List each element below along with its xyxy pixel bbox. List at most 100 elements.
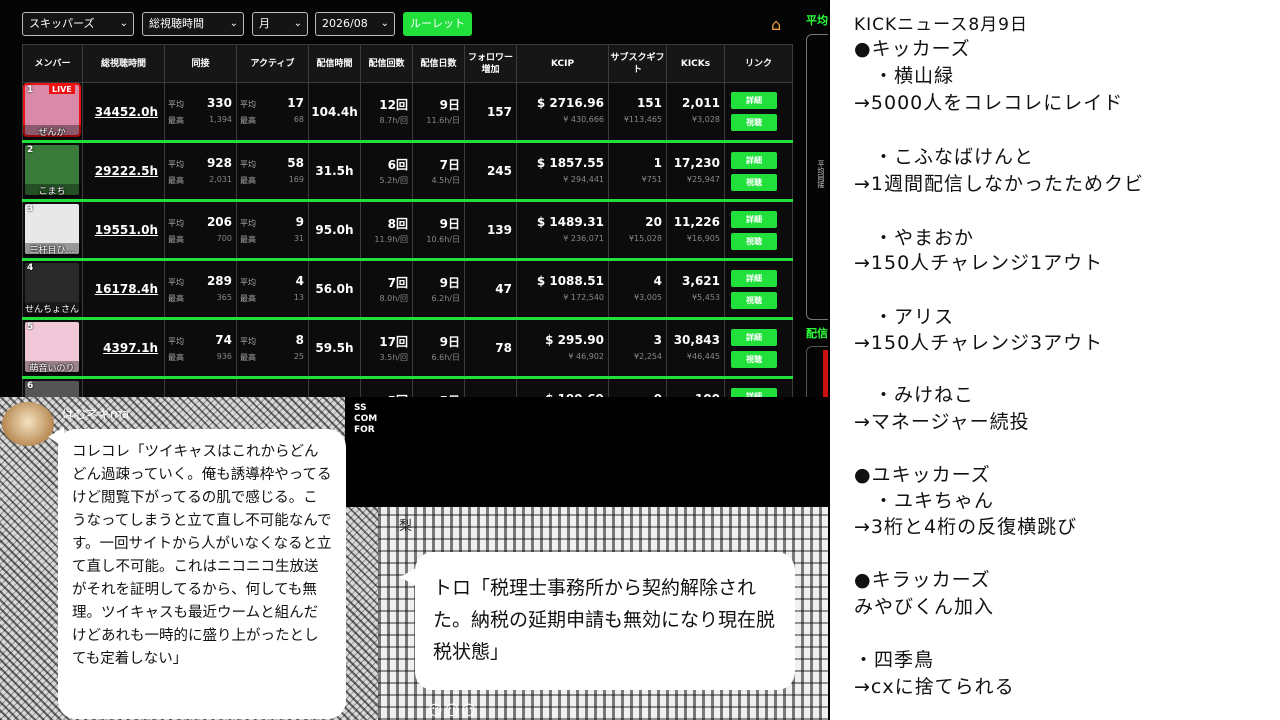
detail-button[interactable]: 詳細 — [731, 152, 777, 169]
member-name: こまち — [23, 184, 81, 197]
home-icon[interactable]: ⌂ — [771, 15, 781, 34]
kcip-yen: ¥ 294,441 — [563, 175, 604, 184]
stream-days-sub: 6.2h/日 — [431, 294, 461, 303]
chevron-down-icon: ⌄ — [229, 18, 238, 29]
max-label: 最高 — [240, 116, 256, 125]
kicks-count: 2,011 — [682, 96, 720, 110]
news-line: →150人チャレンジ3アウト — [854, 332, 1104, 354]
total-watch-time[interactable]: 16178.4h — [82, 259, 165, 320]
kicks-count: 30,843 — [673, 333, 720, 347]
news-line: →5000人をコレコレにレイド — [854, 92, 1124, 114]
metric-select[interactable]: 総視聴時間 ⌄ — [142, 12, 244, 36]
avg-label: 平均 — [240, 100, 256, 109]
news-line: ●ユキッカーズ — [854, 464, 991, 486]
stream-days-cell: 9日 11.6h/日 — [412, 82, 465, 143]
concurrent-max: 700 — [216, 234, 232, 243]
avg-label: 平均 — [168, 219, 184, 228]
max-label: 最高 — [168, 235, 184, 244]
stream-hours: 31.5h — [308, 141, 361, 202]
stream-hours: 56.0h — [308, 259, 361, 320]
stream-days: 9日 — [439, 217, 460, 231]
total-watch-time[interactable]: 29222.5h — [82, 141, 165, 202]
watch-button[interactable]: 視聴 — [731, 351, 777, 368]
member-cell[interactable]: 1 LIVE ぜんか — [22, 82, 83, 143]
kicks-yen: ¥25,947 — [686, 175, 720, 184]
date-select[interactable]: 2026/08 ⌄ — [315, 12, 395, 36]
detail-button[interactable]: 詳細 — [731, 92, 777, 109]
news-line: ●キッカーズ — [854, 38, 971, 60]
member-cell[interactable]: 3 三杆目ひ… — [22, 200, 83, 261]
stream-hours: 59.5h — [308, 318, 361, 379]
max-label: 最高 — [240, 176, 256, 185]
subs-count: 4 — [653, 274, 662, 288]
total-watch-time[interactable]: 19551.0h — [82, 200, 165, 261]
rank-number: 3 — [27, 204, 34, 214]
detail-button[interactable]: 詳細 — [731, 211, 777, 228]
kcip-cell: $ 295.90 ¥ 46,902 — [516, 318, 609, 379]
max-label: 最高 — [168, 116, 184, 125]
period-select[interactable]: 月 ⌄ — [252, 12, 308, 36]
subs-yen: ¥751 — [641, 175, 662, 184]
stream-count: 17回 — [379, 335, 408, 349]
commenter-name: はむネギma — [62, 407, 130, 421]
kicks-cell: 30,843 ¥46,445 — [666, 318, 725, 379]
concurrent-avg: 289 — [206, 274, 232, 288]
news-line: ・アリス — [854, 306, 955, 328]
detail-button[interactable]: 詳細 — [731, 270, 777, 287]
kcip-usd: $ 2716.96 — [536, 96, 604, 110]
rank-number: 5 — [27, 322, 34, 332]
news-line: →150人チャレンジ1アウト — [854, 252, 1104, 274]
side-panel-vertical-label: 平均同接 — [817, 160, 825, 188]
concurrent-max: 365 — [216, 293, 232, 302]
period-select-value: 月 — [259, 17, 270, 30]
column-header: フォロワー増加 — [464, 44, 517, 83]
total-watch-time[interactable]: 4397.1h — [82, 318, 165, 379]
watch-button[interactable]: 視聴 — [731, 174, 777, 191]
metric-select-value: 総視聴時間 — [149, 17, 204, 30]
watch-button[interactable]: 視聴 — [731, 114, 777, 131]
manga-panel-dark — [345, 397, 828, 507]
stream-days-sub: 6.6h/日 — [431, 353, 461, 362]
follower-increase: 245 — [464, 141, 517, 202]
member-cell[interactable]: 2 こまち — [22, 141, 83, 202]
avg-label: 平均 — [240, 278, 256, 287]
side-panel-label-2: 配信 — [806, 327, 828, 340]
watch-button[interactable]: 視聴 — [731, 233, 777, 250]
news-line: ・やまおか — [854, 227, 975, 249]
rank-number: 6 — [27, 381, 34, 391]
roulette-button[interactable]: ルーレット — [403, 12, 472, 36]
max-label: 最高 — [240, 294, 256, 303]
member-cell[interactable]: 4 せんちょさん — [22, 259, 83, 320]
column-header: メンバー — [22, 44, 83, 83]
member-cell[interactable]: 5 萌音いのり — [22, 318, 83, 379]
group-select-value: スキッパーズ — [29, 17, 95, 30]
stream-count: 6回 — [387, 158, 408, 172]
concurrent-avg: 330 — [206, 96, 232, 110]
active-avg: 8 — [295, 333, 304, 347]
detail-button[interactable]: 詳細 — [731, 329, 777, 346]
table-row: 1 LIVE ぜんか 34452.0h 平均 最高 330 1,394 平均 最… — [22, 82, 793, 143]
max-label: 最高 — [168, 176, 184, 185]
subs-cell: 4 ¥3,005 — [608, 259, 667, 320]
rank-number: 4 — [27, 263, 34, 273]
stream-count-cell: 12回 8.7h/回 — [360, 82, 413, 143]
kicks-count: 17,230 — [673, 156, 720, 170]
total-watch-time[interactable]: 34452.0h — [82, 82, 165, 143]
stream-count-sub: 8.0h/回 — [379, 294, 409, 303]
group-select[interactable]: スキッパーズ ⌄ — [22, 12, 134, 36]
stream-days-cell: 9日 10.6h/日 — [412, 200, 465, 261]
max-label: 最高 — [168, 353, 184, 362]
stream-count-cell: 8回 11.9h/回 — [360, 200, 413, 261]
link-cell: 詳細 視聴 — [724, 200, 793, 261]
kicks-yen: ¥5,453 — [692, 293, 720, 302]
avg-label: 平均 — [240, 160, 256, 169]
watch-button[interactable]: 視聴 — [731, 292, 777, 309]
avg-label: 平均 — [240, 337, 256, 346]
stream-days-cell: 7日 4.5h/日 — [412, 141, 465, 202]
stream-days-sub: 4.5h/日 — [431, 176, 461, 185]
stream-days: 9日 — [439, 335, 460, 349]
active-cell: 平均 最高 8 25 — [236, 318, 309, 379]
active-avg: 58 — [287, 156, 304, 170]
news-line: ・横山緑 — [854, 65, 955, 87]
panel-caption: 梨 — [399, 519, 413, 534]
